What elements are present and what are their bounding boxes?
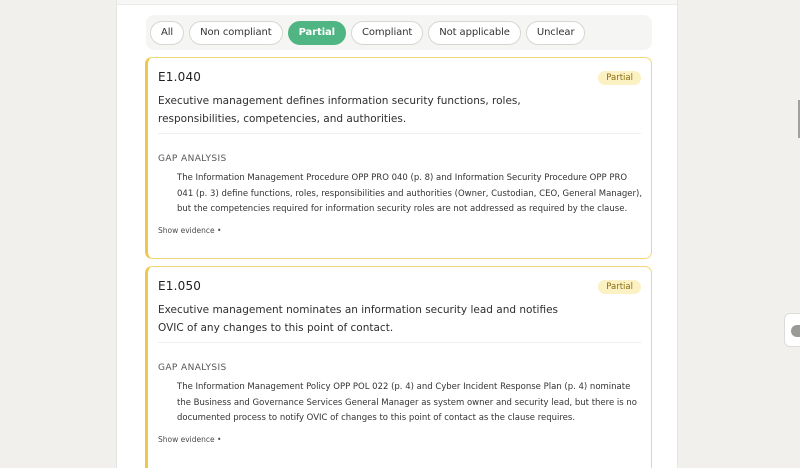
control-description: Executive management nominates an inform…: [158, 304, 559, 334]
filter-unclear[interactable]: Unclear: [525, 20, 586, 45]
control-id: E1.040: [158, 70, 202, 84]
show-evidence-link[interactable]: Show evidence •: [158, 226, 221, 235]
side-drawer-toggle[interactable]: [784, 313, 800, 347]
status-filter-bar: All Non compliant Partial Compliant Not …: [146, 15, 652, 50]
gap-analysis-text: The Information Management Policy OPP PO…: [177, 382, 637, 424]
panel-top-edge: [117, 0, 677, 5]
status-badge: Partial: [598, 280, 641, 294]
card-divider: [158, 133, 641, 134]
filter-non-compliant[interactable]: Non compliant: [189, 20, 283, 45]
show-evidence-link[interactable]: Show evidence •: [158, 435, 221, 444]
control-description: Executive management defines information…: [158, 95, 521, 125]
main-panel: All Non compliant Partial Compliant Not …: [116, 0, 678, 468]
filter-compliant[interactable]: Compliant: [351, 20, 424, 45]
gap-analysis-heading: GAP ANALYSIS: [158, 363, 227, 373]
filter-all[interactable]: All: [150, 20, 185, 45]
control-card: E1.050 Partial Executive management nomi…: [145, 266, 652, 468]
filter-not-applicable[interactable]: Not applicable: [428, 20, 521, 45]
control-card: E1.040 Partial Executive management defi…: [145, 57, 652, 259]
status-badge: Partial: [598, 71, 641, 85]
gap-analysis-text: The Information Management Procedure OPP…: [177, 173, 643, 215]
gap-analysis-heading: GAP ANALYSIS: [158, 154, 227, 164]
filter-partial[interactable]: Partial: [287, 20, 347, 45]
drawer-handle-icon: [791, 325, 800, 337]
control-id: E1.050: [158, 279, 202, 293]
card-divider: [158, 342, 641, 343]
